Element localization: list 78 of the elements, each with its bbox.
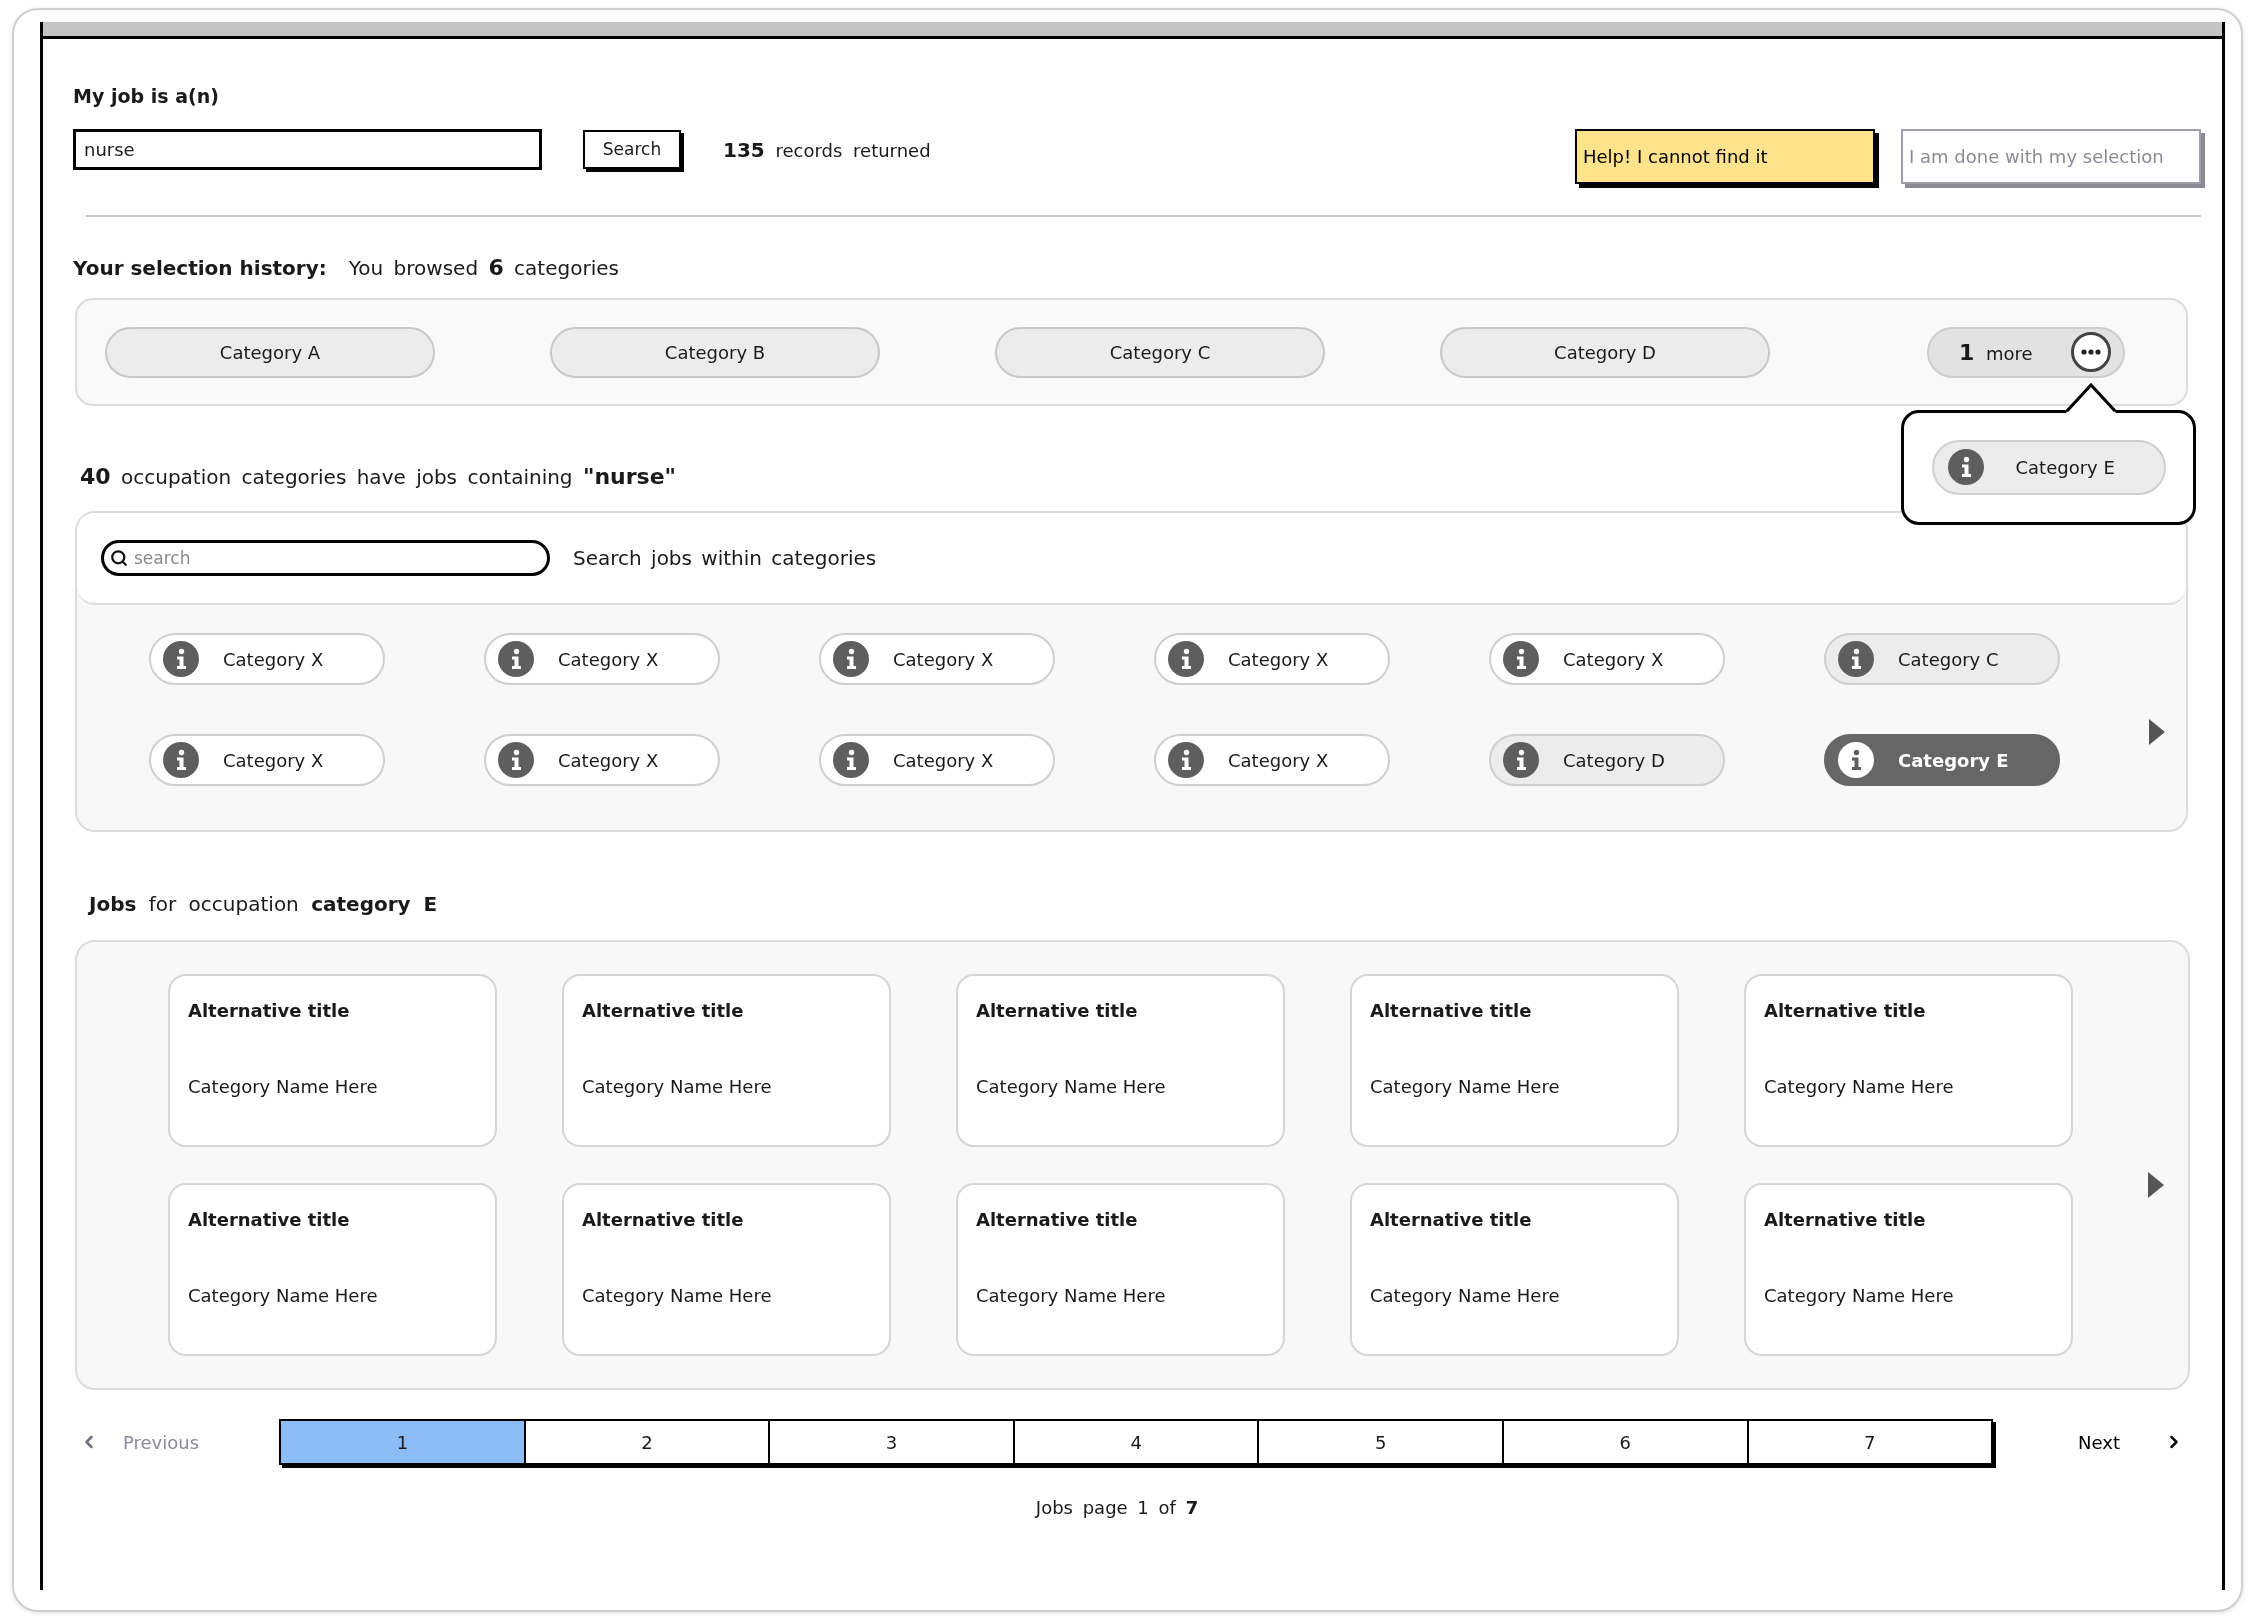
info-icon bbox=[498, 742, 534, 778]
category-chip[interactable]: Category X bbox=[1489, 633, 1725, 685]
more-chip[interactable]: 1 more bbox=[1927, 326, 2125, 378]
category-name: Category Name Here bbox=[1370, 1075, 1560, 1099]
category-name: Category Name Here bbox=[188, 1075, 378, 1099]
job-card[interactable]: Alternative title Category Name Here bbox=[168, 974, 497, 1147]
info-icon bbox=[833, 641, 869, 677]
search-field[interactable]: search bbox=[101, 540, 550, 576]
triangle-right-icon[interactable] bbox=[2148, 1172, 2164, 1198]
category-chip[interactable]: Category X bbox=[149, 633, 385, 685]
job-card[interactable]: Alternative title Category Name Here bbox=[1350, 1183, 1679, 1356]
info-icon bbox=[1503, 641, 1539, 677]
category-chip[interactable]: Category X bbox=[484, 734, 720, 786]
records-count: 135 records returned bbox=[723, 136, 931, 164]
category-chip[interactable]: Category E bbox=[1931, 439, 2166, 495]
job-title: Alternative title bbox=[1370, 1208, 1532, 1232]
page-summary: Jobs page 1 of 7 bbox=[1035, 1496, 1199, 1520]
info-icon bbox=[1168, 742, 1204, 778]
info-icon bbox=[1503, 742, 1539, 778]
job-title: Alternative title bbox=[582, 999, 744, 1023]
category-chip[interactable]: Category X bbox=[1154, 633, 1390, 685]
category-chip[interactable]: Category D bbox=[1489, 734, 1725, 786]
search-icon bbox=[110, 549, 128, 567]
job-title: Alternative title bbox=[1764, 999, 1926, 1023]
info-icon bbox=[1947, 449, 1984, 485]
category-chip[interactable]: Category X bbox=[484, 633, 720, 685]
category-chip[interactable]: Category D bbox=[1440, 326, 1770, 378]
categories-heading: 40 occupation categories have jobs containing "nurse" bbox=[80, 463, 677, 491]
job-card[interactable]: Alternative title Category Name Here bbox=[562, 1183, 891, 1356]
info-icon bbox=[833, 742, 869, 778]
history-title: Your selection history: bbox=[73, 255, 327, 282]
ellipsis-icon bbox=[2071, 332, 2111, 372]
category-chip[interactable]: Category X bbox=[819, 633, 1055, 685]
job-card[interactable]: Alternative title Category Name Here bbox=[562, 974, 891, 1147]
category-chip[interactable]: Category X bbox=[149, 734, 385, 786]
category-name: Category Name Here bbox=[1764, 1075, 1954, 1099]
category-name: Category Name Here bbox=[1370, 1284, 1560, 1308]
search-button[interactable]: Search bbox=[583, 130, 681, 169]
category-chip[interactable]: Category A bbox=[105, 326, 435, 378]
job-title: Alternative title bbox=[582, 1208, 744, 1232]
history-summary: You browsed 6 categories bbox=[348, 254, 619, 282]
jobs-heading: Jobs for occupation category E bbox=[89, 891, 438, 918]
category-name: Category Name Here bbox=[976, 1075, 1166, 1099]
triangle-right-icon[interactable] bbox=[2149, 718, 2165, 745]
job-card[interactable]: Alternative title Category Name Here bbox=[1350, 974, 1679, 1147]
category-name: Category Name Here bbox=[188, 1284, 378, 1308]
job-title: Alternative title bbox=[1370, 999, 1532, 1023]
job-title: Alternative title bbox=[1764, 1208, 1926, 1232]
job-title: Alternative title bbox=[976, 1208, 1138, 1232]
category-name: Category Name Here bbox=[976, 1284, 1166, 1308]
job-input[interactable]: nurse bbox=[73, 129, 542, 170]
job-card[interactable]: Alternative title Category Name Here bbox=[168, 1183, 497, 1356]
job-title: Alternative title bbox=[976, 999, 1138, 1023]
next-button[interactable]: Next bbox=[2078, 1428, 2184, 1456]
category-chip[interactable]: Category E bbox=[1824, 734, 2060, 786]
job-card[interactable]: Alternative title Category Name Here bbox=[1744, 1183, 2073, 1356]
category-chip[interactable]: Category X bbox=[1154, 734, 1390, 786]
category-name: Category Name Here bbox=[582, 1075, 772, 1099]
job-title: Alternative title bbox=[188, 1208, 350, 1232]
job-title: Alternative title bbox=[188, 999, 350, 1023]
page-button[interactable]: 1 bbox=[281, 1421, 524, 1463]
category-chip[interactable]: Category B bbox=[550, 326, 880, 378]
category-name: Category Name Here bbox=[582, 1284, 772, 1308]
info-icon bbox=[498, 641, 534, 677]
info-icon bbox=[1838, 742, 1874, 778]
job-card[interactable]: Alternative title Category Name Here bbox=[956, 1183, 1285, 1356]
search-label: Search jobs within categories bbox=[573, 545, 877, 572]
job-label: My job is a(n) bbox=[73, 84, 219, 108]
category-chip[interactable]: Category C bbox=[1824, 633, 2060, 685]
info-icon bbox=[1838, 641, 1874, 677]
category-chip[interactable]: Category C bbox=[995, 326, 1325, 378]
info-icon bbox=[163, 641, 199, 677]
category-name: Category Name Here bbox=[1764, 1284, 1954, 1308]
job-card[interactable]: Alternative title Category Name Here bbox=[1744, 974, 2073, 1147]
category-chip[interactable]: Category X bbox=[819, 734, 1055, 786]
info-icon bbox=[163, 742, 199, 778]
job-card[interactable]: Alternative title Category Name Here bbox=[956, 974, 1285, 1147]
info-icon bbox=[1168, 641, 1204, 677]
